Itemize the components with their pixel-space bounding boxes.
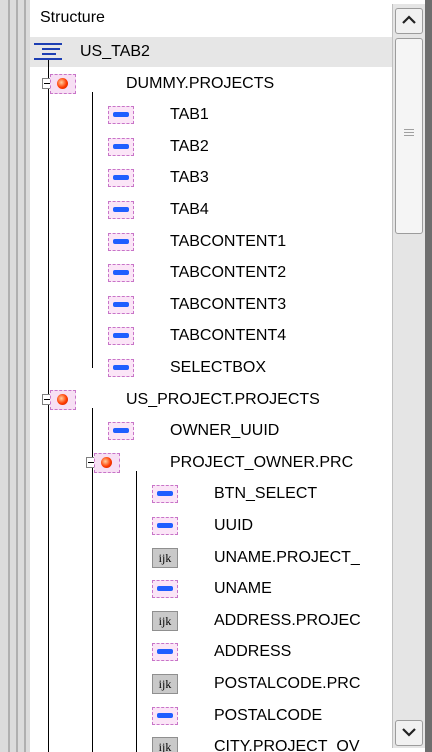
field-icon: [108, 137, 134, 156]
text-icon: ijk: [152, 737, 178, 752]
tree-item-label: CITY.PROJECT_OV: [214, 738, 360, 752]
scroll-up-button[interactable]: [395, 8, 423, 34]
chevron-down-icon: [402, 728, 416, 737]
tree-item[interactable]: ijk UNAME.PROJECT_: [30, 543, 392, 573]
field-icon: [152, 643, 178, 662]
vertical-scrollbar[interactable]: [392, 4, 425, 748]
text-icon: ijk: [152, 610, 178, 631]
field-icon: [152, 580, 178, 599]
structure-panel: Structure US_TAB2 DUMMY.PROJECTS TAB1 TAB2 T…: [0, 0, 432, 752]
field-icon: [108, 295, 134, 314]
field-icon: [108, 169, 134, 188]
tree-item[interactable]: US_PROJECT.PROJECTS: [30, 385, 392, 415]
field-icon: [108, 422, 134, 441]
structure-tree[interactable]: US_TAB2 DUMMY.PROJECTS TAB1 TAB2 TAB3 TAB4 TAB…: [30, 36, 392, 752]
tree-item[interactable]: ijk ADDRESS.PROJEC: [30, 606, 392, 636]
tree-item-label: ADDRESS.PROJEC: [214, 611, 361, 629]
field-icon: [108, 201, 134, 219]
tree-root-us-tab2[interactable]: US_TAB2: [30, 37, 392, 67]
right-panel-border: [425, 0, 432, 752]
tree-item-label: UNAME: [214, 580, 272, 598]
tree-item-label: UNAME.PROJECT_: [214, 548, 360, 566]
tree-item[interactable]: OWNER_UUID: [30, 416, 392, 446]
field-icon: [108, 106, 134, 125]
tree-item[interactable]: SELECTBOX: [30, 353, 392, 383]
field-icon: [108, 232, 134, 251]
field-icon: [152, 517, 178, 535]
field-icon: [152, 706, 178, 725]
tree-item-label: UUID: [214, 517, 254, 534]
tree-item[interactable]: TABCONTENT4: [30, 321, 392, 351]
tree-item-label: TABCONTENT1: [170, 232, 287, 250]
tree-item[interactable]: TABCONTENT1: [30, 227, 392, 257]
tree-item-label: TABCONTENT3: [170, 295, 287, 313]
tree-item-label: US_PROJECT.PROJECTS: [126, 390, 320, 408]
text-icon: ijk: [152, 674, 178, 694]
tree-item[interactable]: BTN_SELECT: [30, 479, 392, 509]
scroll-thumb[interactable]: [395, 38, 423, 234]
tree-item-label: TAB2: [170, 137, 209, 155]
table-icon: [50, 73, 76, 94]
tree-item[interactable]: TABCONTENT2: [30, 258, 392, 288]
table-icon: [94, 452, 120, 473]
tree-item-label: SELECTBOX: [170, 359, 267, 376]
tree-item[interactable]: ADDRESS: [30, 637, 392, 667]
text-icon: ijk: [152, 547, 178, 568]
scroll-down-button[interactable]: [395, 720, 423, 746]
table-icon: [50, 389, 76, 410]
tree-item[interactable]: UUID: [30, 511, 392, 541]
tree-item-label: TAB3: [170, 169, 209, 187]
tree-item-label: TABCONTENT2: [170, 264, 287, 282]
tree-item[interactable]: TAB3: [30, 163, 392, 193]
tree-item[interactable]: TAB2: [30, 132, 392, 162]
tree-item[interactable]: UNAME: [30, 574, 392, 604]
left-panel-border: [0, 0, 30, 752]
chevron-up-icon: [402, 15, 416, 24]
tree-item-label: ADDRESS: [214, 643, 292, 661]
tree-item-label: DUMMY.PROJECTS: [126, 74, 275, 92]
tree-item[interactable]: TABCONTENT3: [30, 290, 392, 320]
tree-item[interactable]: POSTALCODE: [30, 701, 392, 731]
tree-item-label: OWNER_UUID: [170, 422, 280, 440]
structure-icon: [34, 43, 62, 61]
grip-icon: [404, 129, 414, 137]
field-icon: [108, 264, 134, 283]
tree-item-label: TABCONTENT4: [170, 327, 287, 345]
tree-item-label: TAB1: [170, 106, 209, 124]
tree-item-label: US_TAB2: [80, 43, 150, 60]
tree-item-label: TAB4: [170, 201, 209, 218]
tree-item-label: POSTALCODE.PRC: [214, 675, 361, 692]
tree-item-label: BTN_SELECT: [214, 485, 318, 503]
tree-item[interactable]: DUMMY.PROJECTS: [30, 69, 392, 99]
tree-item[interactable]: ijk POSTALCODE.PRC: [30, 669, 392, 699]
field-icon: [152, 485, 178, 504]
field-icon: [108, 327, 134, 346]
structure-header: Structure: [30, 4, 390, 39]
tree-item-label: POSTALCODE: [214, 706, 323, 724]
tree-item[interactable]: ijk CITY.PROJECT_OV: [30, 732, 392, 752]
tree-item[interactable]: TAB1: [30, 100, 392, 130]
tree-item[interactable]: PROJECT_OWNER.PRC: [30, 448, 392, 478]
structure-header-label: Structure: [40, 9, 105, 26]
tree-item[interactable]: TAB4: [30, 195, 392, 225]
field-icon: [108, 359, 134, 377]
tree-item-label: PROJECT_OWNER.PRC: [170, 453, 354, 471]
